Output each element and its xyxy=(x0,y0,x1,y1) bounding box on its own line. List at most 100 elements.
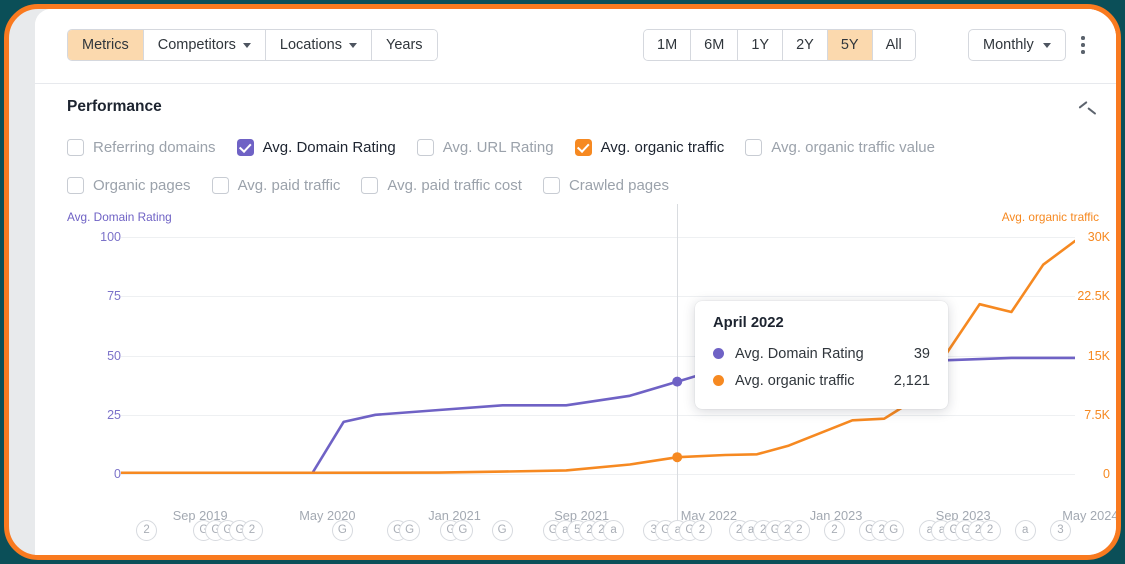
checkbox-avg-organic-traffic-value[interactable]: Avg. organic traffic value xyxy=(745,138,935,156)
y-tick-left: 25 xyxy=(107,407,121,422)
checkbox-referring-domains[interactable]: Referring domains xyxy=(67,138,216,156)
chevron-down-icon xyxy=(1042,43,1051,48)
tooltip-metric-value: 39 xyxy=(913,345,930,362)
event-badge-track: 2GGGG2GGGGGGGa522a3GaG22a2G222G2GaaGG22a… xyxy=(121,520,1075,542)
legend-dot-icon xyxy=(713,375,724,386)
chevron-down-icon xyxy=(348,43,357,48)
checkbox-box[interactable] xyxy=(416,138,434,156)
checkbox-avg-paid-traffic[interactable]: Avg. paid traffic xyxy=(211,176,341,194)
kebab-dot xyxy=(1081,36,1085,40)
checkbox-avg-organic-traffic[interactable]: Avg. organic traffic xyxy=(574,138,725,156)
tab-locations[interactable]: Locations xyxy=(265,30,372,60)
kebab-dot xyxy=(1081,50,1085,54)
range-all-label: All xyxy=(885,36,902,53)
view-tabs-group: Metrics Competitors Locations Years xyxy=(67,29,438,61)
tooltip-title: April 2022 xyxy=(713,315,784,331)
chart-tooltip: April 2022 Avg. Domain Rating 39 Avg. or… xyxy=(695,301,948,409)
browser-frame: Metrics Competitors Locations Years 1M 6… xyxy=(4,4,1121,560)
event-badge[interactable]: G xyxy=(399,520,421,541)
range-6m[interactable]: 6M xyxy=(691,30,739,60)
checkbox-avg-paid-traffic-cost[interactable]: Avg. paid traffic cost xyxy=(361,176,522,194)
checkbox-box[interactable] xyxy=(236,138,254,156)
tab-competitors-label: Competitors xyxy=(157,36,236,53)
performance-card: Metrics Competitors Locations Years 1M 6… xyxy=(35,9,1116,555)
event-badge[interactable]: 3 xyxy=(1049,520,1071,541)
chevron-down-icon xyxy=(242,43,251,48)
y-tick-right: 0 xyxy=(1103,467,1110,481)
tab-metrics-label: Metrics xyxy=(82,36,129,53)
checkbox-label: Avg. Domain Rating xyxy=(262,138,396,156)
y-axis-left-title: Avg. Domain Rating xyxy=(67,210,172,224)
range-1m[interactable]: 1M xyxy=(644,30,692,60)
event-badge[interactable]: G xyxy=(491,520,513,541)
frequency-select[interactable]: Monthly xyxy=(968,29,1066,61)
y-tick-left: 0 xyxy=(114,467,121,481)
event-badge[interactable]: 2 xyxy=(979,520,1001,541)
range-2y[interactable]: 2Y xyxy=(783,30,828,60)
event-badge[interactable]: a xyxy=(603,520,625,541)
y-tick-right: 15K xyxy=(1087,348,1110,363)
metric-toggles-row-1: Referring domains Avg. Domain Rating Avg… xyxy=(35,128,1116,166)
tooltip-metric-name: Avg. organic traffic xyxy=(735,372,855,389)
y-tick-left: 100 xyxy=(100,230,121,244)
y-tick-right: 7.5K xyxy=(1084,407,1110,422)
checkbox-organic-pages[interactable]: Organic pages xyxy=(67,176,191,194)
checkbox-label: Organic pages xyxy=(93,176,191,194)
range-5y-label: 5Y xyxy=(840,36,859,53)
checkbox-box[interactable] xyxy=(361,176,379,194)
event-badge[interactable]: 2 xyxy=(691,520,713,541)
checkbox-label: Crawled pages xyxy=(568,176,669,194)
tooltip-row-domain-rating: Avg. Domain Rating 39 xyxy=(713,340,930,367)
event-badge[interactable]: G xyxy=(452,520,474,541)
range-2y-label: 2Y xyxy=(796,36,814,53)
frequency-value: Monthly xyxy=(983,37,1034,53)
checkbox-box[interactable] xyxy=(745,138,763,156)
tooltip-row-organic-traffic: Avg. organic traffic 2,121 xyxy=(713,367,930,394)
checkbox-label: Avg. organic traffic value xyxy=(771,138,935,156)
checkbox-label: Avg. paid traffic xyxy=(237,176,341,194)
event-badge[interactable]: G xyxy=(331,520,353,541)
event-badge[interactable]: 2 xyxy=(788,520,810,541)
y-tick-left: 50 xyxy=(107,348,121,363)
tooltip-metric-name: Avg. Domain Rating xyxy=(735,345,864,362)
event-badge[interactable]: 2 xyxy=(136,520,158,541)
checkbox-box[interactable] xyxy=(211,176,229,194)
checkbox-label: Avg. URL Rating xyxy=(442,138,554,156)
section-header: Performance xyxy=(35,84,1116,128)
checkbox-box[interactable] xyxy=(67,138,84,156)
event-badge[interactable]: a xyxy=(1014,520,1036,541)
range-1y[interactable]: 1Y xyxy=(738,30,784,60)
data-point-marker[interactable] xyxy=(672,452,683,463)
checkbox-avg-domain-rating[interactable]: Avg. Domain Rating xyxy=(236,138,396,156)
legend-dot-icon xyxy=(713,348,724,359)
checkbox-label: Avg. organic traffic xyxy=(600,138,725,156)
event-badge[interactable]: 2 xyxy=(241,520,263,541)
event-badge[interactable]: G xyxy=(883,520,905,541)
more-options-icon[interactable] xyxy=(1071,31,1095,59)
tab-years-label: Years xyxy=(385,36,423,53)
tooltip-metric-value: 2,121 xyxy=(893,372,930,389)
range-all[interactable]: All xyxy=(872,30,915,60)
event-badge[interactable]: 2 xyxy=(823,520,845,541)
checkbox-box[interactable] xyxy=(542,176,560,194)
range-1m-label: 1M xyxy=(657,36,678,53)
y-tick-right: 30K xyxy=(1087,230,1110,244)
checkbox-crawled-pages[interactable]: Crawled pages xyxy=(542,176,669,194)
performance-chart: Avg. Domain Rating Avg. organic traffic … xyxy=(35,204,1116,549)
checkbox-avg-url-rating[interactable]: Avg. URL Rating xyxy=(416,138,554,156)
checkbox-box[interactable] xyxy=(67,176,84,194)
tab-years[interactable]: Years xyxy=(371,30,437,60)
chevron-up-icon[interactable] xyxy=(1079,102,1095,112)
checkbox-box[interactable] xyxy=(574,138,592,156)
range-5y[interactable]: 5Y xyxy=(827,30,873,60)
checkbox-label: Avg. paid traffic cost xyxy=(387,176,522,194)
kebab-dot xyxy=(1081,43,1085,47)
range-1y-label: 1Y xyxy=(751,36,770,53)
toolbar: Metrics Competitors Locations Years 1M 6… xyxy=(35,9,1116,84)
tab-competitors[interactable]: Competitors xyxy=(143,30,266,60)
data-point-marker[interactable] xyxy=(672,376,683,387)
page-title: Performance xyxy=(67,98,162,115)
tab-metrics[interactable]: Metrics xyxy=(68,30,144,60)
gridline xyxy=(121,474,1075,475)
range-6m-label: 6M xyxy=(704,36,725,53)
